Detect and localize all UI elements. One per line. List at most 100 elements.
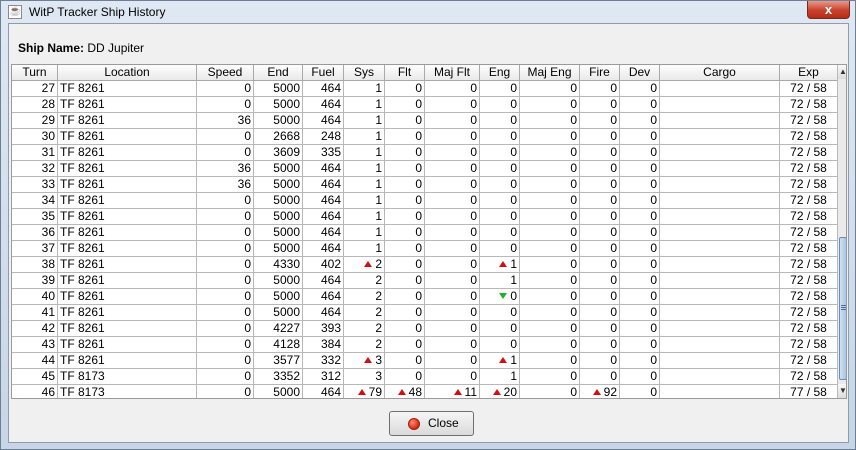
cell-speed: 0 — [197, 353, 254, 369]
cell-eng: 0 — [480, 161, 520, 177]
cell-value: 0 — [244, 305, 251, 319]
table-row[interactable]: 34 TF 8261 0 5000 464 1 0 0 0 0 0 0 72 / 58 — [12, 193, 838, 209]
table-row[interactable]: 38 TF 8261 0 4330 402 2 0 0 1 0 0 0 72 / 58 — [12, 257, 838, 273]
table-row[interactable]: 36 TF 8261 0 5000 464 1 0 0 0 0 0 0 72 / 58 — [12, 225, 838, 241]
cell-majeng: 0 — [520, 193, 580, 209]
table-row[interactable]: 32 TF 8261 36 5000 464 1 0 0 0 0 0 0 72 / 58 — [12, 161, 838, 177]
cell-value: 3352 — [273, 369, 300, 383]
cell-flt: 0 — [385, 161, 425, 177]
table-row[interactable]: 41 TF 8261 0 5000 464 2 0 0 0 0 0 0 72 / 58 — [12, 305, 838, 321]
column-header-end[interactable]: End — [254, 65, 303, 81]
cell-exp: 72 / 58 — [780, 257, 838, 273]
table-row[interactable]: 40 TF 8261 0 5000 464 2 0 0 0 0 0 0 72 / 58 — [12, 289, 838, 305]
scroll-down-arrow-icon[interactable]: ▼ — [838, 384, 846, 398]
column-header-dev[interactable]: Dev — [620, 65, 660, 81]
table-row[interactable]: 30 TF 8261 0 2668 248 1 0 0 0 0 0 0 72 / 58 — [12, 129, 838, 145]
table-row[interactable]: 33 TF 8261 36 5000 464 1 0 0 0 0 0 0 72 / 58 — [12, 177, 838, 193]
table-row[interactable]: 29 TF 8261 36 5000 464 1 0 0 0 0 0 0 72 / 58 — [12, 113, 838, 129]
vertical-scrollbar[interactable]: ▲ ▼ — [837, 65, 846, 398]
cell-majflt: 0 — [425, 225, 480, 241]
cell-value: 0 — [470, 321, 477, 335]
column-header-majflt[interactable]: Maj Flt — [425, 65, 480, 81]
column-header-turn[interactable]: Turn — [12, 65, 58, 81]
cell-value: 41 — [41, 305, 55, 319]
dialog-content: Ship Name: DD Jupiter Turn Location Speed E… — [8, 23, 849, 443]
cell-cargo — [660, 337, 780, 353]
table-row[interactable]: 42 TF 8261 0 4227 393 2 0 0 0 0 0 0 72 / 58 — [12, 321, 838, 337]
cell-value: 0 — [650, 273, 657, 287]
cell-value: 34 — [41, 193, 55, 207]
table-row[interactable]: 37 TF 8261 0 5000 464 1 0 0 0 0 0 0 72 / 58 — [12, 241, 838, 257]
cell-value: 0 — [244, 257, 251, 271]
cell-dev: 0 — [620, 385, 660, 398]
cell-flt: 48 — [385, 385, 425, 398]
cell-value: 0 — [510, 289, 517, 303]
column-header-fuel[interactable]: Fuel — [303, 65, 344, 81]
cell-flt: 0 — [385, 273, 425, 289]
cell-sys: 2 — [344, 321, 385, 337]
table-row[interactable]: 46 TF 8173 0 5000 464 79 48 11 20 0 92 0 77 / 58 — [12, 385, 838, 398]
scrollbar-thumb[interactable] — [839, 237, 846, 380]
cell-loc: TF 8261 — [58, 337, 197, 353]
cell-speed: 0 — [197, 129, 254, 145]
column-header-majeng[interactable]: Maj Eng — [520, 65, 580, 81]
cell-value: 0 — [470, 241, 477, 255]
cell-value: 0 — [610, 321, 617, 335]
cell-value: 33 — [41, 177, 55, 191]
cell-eng: 0 — [480, 209, 520, 225]
cell-value: 3577 — [273, 353, 300, 367]
column-header-eng[interactable]: Eng — [480, 65, 520, 81]
table-row[interactable]: 45 TF 8173 0 3352 312 3 0 0 1 0 0 0 72 / 58 — [12, 369, 838, 385]
cell-eng: 0 — [480, 225, 520, 241]
column-header-speed[interactable]: Speed — [197, 65, 254, 81]
table-row[interactable]: 39 TF 8261 0 5000 464 2 0 0 1 0 0 0 72 / 58 — [12, 273, 838, 289]
cell-speed: 0 — [197, 369, 254, 385]
cell-turn: 29 — [12, 113, 58, 129]
table-row[interactable]: 43 TF 8261 0 4128 384 2 0 0 0 0 0 0 72 / 58 — [12, 337, 838, 353]
cell-flt: 0 — [385, 81, 425, 97]
table-row[interactable]: 27 TF 8261 0 5000 464 1 0 0 0 0 0 0 72 / 58 — [12, 81, 838, 97]
table-row[interactable]: 35 TF 8261 0 5000 464 1 0 0 0 0 0 0 72 / 58 — [12, 209, 838, 225]
cell-dev: 0 — [620, 113, 660, 129]
cell-majflt: 0 — [425, 321, 480, 337]
column-header-exp[interactable]: Exp — [780, 65, 838, 81]
cell-value: 0 — [650, 305, 657, 319]
cell-value: 1 — [375, 177, 382, 191]
cell-value: 36 — [237, 161, 251, 175]
scroll-up-arrow-icon[interactable]: ▲ — [838, 65, 846, 79]
cell-value: 0 — [244, 129, 251, 143]
cell-value: 72 / 58 — [790, 145, 827, 159]
cell-value: 0 — [650, 209, 657, 223]
column-header-cargo[interactable]: Cargo — [660, 65, 780, 81]
cell-value: 31 — [41, 145, 55, 159]
cell-sys: 1 — [344, 113, 385, 129]
cell-value: 0 — [610, 273, 617, 287]
close-button-label: Close — [428, 416, 459, 430]
cell-exp: 72 / 58 — [780, 177, 838, 193]
window-close-button[interactable]: x — [807, 1, 850, 19]
column-header-loc[interactable]: Location — [58, 65, 197, 81]
cell-majeng: 0 — [520, 273, 580, 289]
column-header-fire[interactable]: Fire — [580, 65, 620, 81]
cell-value: 0 — [470, 289, 477, 303]
close-button[interactable]: Close — [389, 411, 474, 436]
cell-value: 0 — [650, 353, 657, 367]
cell-value: 5000 — [273, 305, 300, 319]
cell-eng: 0 — [480, 321, 520, 337]
cell-fire: 0 — [580, 321, 620, 337]
table-row[interactable]: 28 TF 8261 0 5000 464 1 0 0 0 0 0 0 72 / 58 — [12, 97, 838, 113]
cell-dev: 0 — [620, 305, 660, 321]
cell-value: TF 8261 — [60, 193, 105, 207]
table-row[interactable]: 31 TF 8261 0 3609 335 1 0 0 0 0 0 0 72 / 58 — [12, 145, 838, 161]
column-header-sys[interactable]: Sys — [344, 65, 385, 81]
cell-exp: 72 / 58 — [780, 161, 838, 177]
cell-majeng: 0 — [520, 257, 580, 273]
cell-value: TF 8261 — [60, 177, 105, 191]
cell-majeng: 0 — [520, 305, 580, 321]
cell-value: 3 — [375, 369, 382, 383]
table-row[interactable]: 44 TF 8261 0 3577 332 3 0 0 1 0 0 0 72 / 58 — [12, 353, 838, 369]
cell-majflt: 0 — [425, 97, 480, 113]
cell-majeng: 0 — [520, 81, 580, 97]
cell-value: 36 — [41, 225, 55, 239]
column-header-flt[interactable]: Flt — [385, 65, 425, 81]
